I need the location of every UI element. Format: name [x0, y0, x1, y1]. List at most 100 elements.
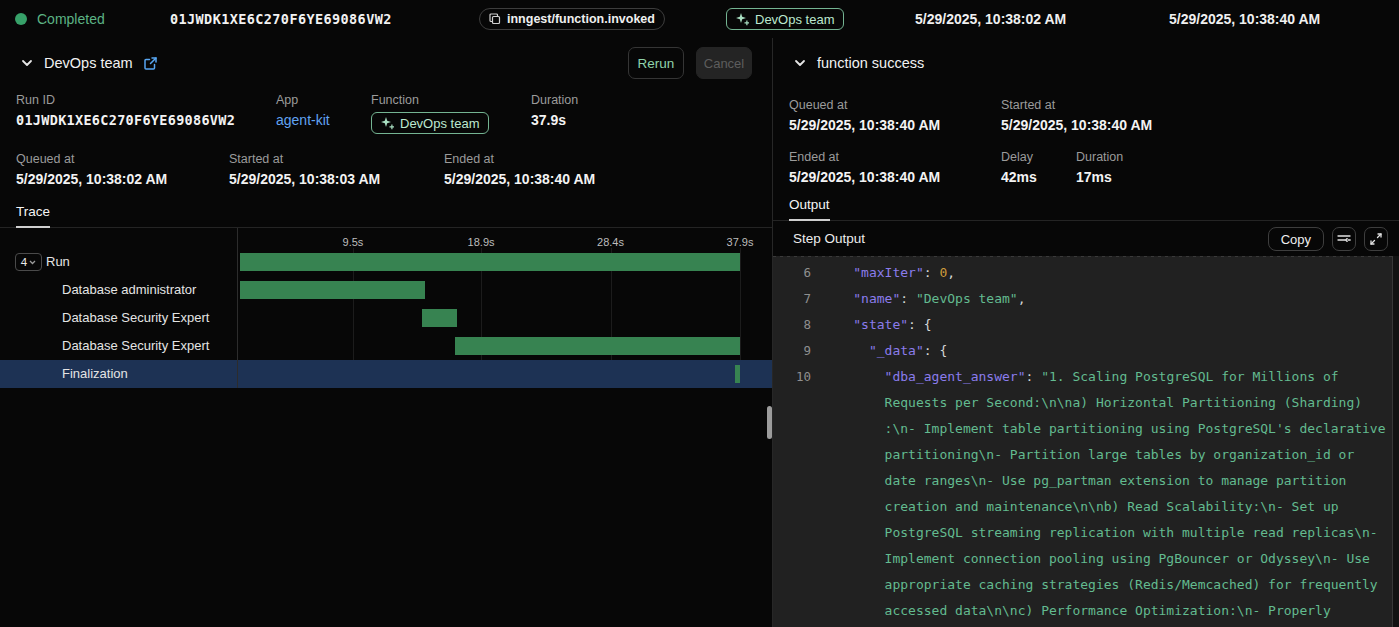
code-text: :\n- Implement table partitioning using … [822, 416, 1386, 442]
run-id-field: Run ID 01JWDK1XE6C270F6YE69086VW2 [16, 94, 276, 134]
step-started-field: Started at 5/29/2025, 10:38:40 AM [1001, 99, 1399, 134]
code-scrollbar-track[interactable] [1392, 256, 1399, 627]
cancel-button[interactable]: Cancel [696, 47, 752, 79]
step-queued-label: Queued at [789, 99, 1001, 112]
function-value-label: DevOps team [400, 116, 479, 131]
step-output-code[interactable]: 6 "maxIter": 0,7"name": "DevOps team",8"s… [773, 256, 1399, 627]
step-ended-field: Ended at 5/29/2025, 10:38:40 AM [789, 151, 1001, 186]
line-number: 7 [773, 286, 811, 312]
step-delay-field: Delay 42ms [1001, 151, 1076, 186]
step-duration-field: Duration 17ms [1076, 151, 1399, 186]
started-value: 5/29/2025, 10:38:03 AM [229, 171, 444, 188]
trace-row-database-security-expert[interactable]: Database Security Expert [0, 304, 772, 332]
duration-label: Duration [531, 94, 772, 107]
copy-button[interactable]: Copy [1268, 227, 1324, 251]
code-line: PostgreSQL streaming replication with mu… [773, 520, 1399, 546]
panel-scrollbar-thumb[interactable] [767, 406, 772, 439]
run-id-value: 01JWDK1XE6C270F6YE69086VW2 [16, 112, 276, 129]
topbar: Completed 01JWDK1XE6C270F6YE69086VW2 inn… [0, 0, 1399, 38]
trace-tabbar: Trace [0, 202, 772, 228]
chevron-down-icon [29, 260, 36, 265]
sparkle-icon [381, 117, 394, 130]
axis-tick-label: 9.5s [343, 236, 364, 248]
trace-bar[interactable] [240, 281, 425, 299]
trace-row-finalization[interactable]: Finalization [0, 360, 772, 388]
trace-row-label: Finalization [62, 360, 128, 388]
trace-bar[interactable] [735, 365, 740, 383]
line-number [773, 572, 811, 598]
trace-bar[interactable] [455, 337, 740, 355]
axis-tick-label: 18.9s [468, 236, 495, 248]
code-text: accessed data\n\nc) Performance Optimiza… [822, 598, 1331, 624]
copy-icon [489, 13, 501, 25]
app-label: App [276, 94, 371, 107]
code-text: Requests per Second:\n\na) Horizontal Pa… [822, 390, 1362, 416]
trace-bar[interactable] [240, 253, 740, 271]
step-ended-label: Ended at [789, 151, 1001, 164]
trace-chart: 9.5s18.9s28.4s37.9s4RunDatabase administ… [0, 228, 772, 388]
step-duration-label: Duration [1076, 151, 1399, 164]
run-id-label: Run ID [16, 94, 276, 107]
step-delay-value: 42ms [1001, 169, 1076, 186]
line-number [773, 494, 811, 520]
ended-value: 5/29/2025, 10:38:40 AM [444, 171, 772, 188]
function-value-badge[interactable]: DevOps team [371, 112, 489, 134]
word-wrap-icon [1337, 233, 1351, 245]
step-details-panel: function success Queued at 5/29/2025, 10… [772, 38, 1399, 627]
code-line: appropriate caching strategies (Redis/Me… [773, 572, 1399, 598]
trace-row-run[interactable]: 4 Run [0, 248, 772, 276]
step-started-value: 5/29/2025, 10:38:40 AM [1001, 117, 1399, 134]
code-line: date ranges\n- Use pg_partman extension … [773, 468, 1399, 494]
step-started-label: Started at [1001, 99, 1399, 112]
step-delay-label: Delay [1001, 151, 1076, 164]
trace-row-database-administrator[interactable]: Database administrator [0, 276, 772, 304]
chevron-down-icon[interactable] [20, 56, 34, 70]
function-badge[interactable]: DevOps team [726, 8, 844, 30]
tab-trace[interactable]: Trace [16, 204, 50, 228]
output-tabbar: Output [773, 195, 1399, 221]
queued-value: 5/29/2025, 10:38:02 AM [16, 171, 229, 188]
event-badge[interactable]: inngest/function.invoked [479, 8, 665, 30]
code-line: 6 "maxIter": 0, [773, 260, 1399, 286]
line-number: 9 [773, 338, 811, 364]
topbar-queued-timestamp: 5/29/2025, 10:38:02 AM [915, 0, 1066, 38]
duration-value: 37.9s [531, 112, 772, 129]
line-number: 6 [773, 260, 811, 286]
code-line: 8"state": { [773, 312, 1399, 338]
rerun-button[interactable]: Rerun [628, 47, 684, 79]
expand-button[interactable] [1364, 227, 1388, 251]
code-text: partitioning\n- Partition large tables b… [822, 442, 1354, 468]
line-number [773, 520, 811, 546]
code-line: accessed data\n\nc) Performance Optimiza… [773, 598, 1399, 624]
code-text: "maxIter": 0, [822, 260, 955, 286]
trace-row-label: Database administrator [62, 276, 196, 304]
app-link[interactable]: agent-kit [276, 112, 371, 129]
event-badge-label: inngest/function.invoked [507, 12, 655, 26]
code-line: 10"dba_agent_answer": "1. Scaling Postgr… [773, 364, 1399, 390]
topbar-ended-timestamp: 5/29/2025, 10:38:40 AM [1169, 0, 1320, 38]
code-text: appropriate caching strategies (Redis/Me… [822, 572, 1378, 598]
external-link-icon[interactable] [143, 56, 158, 71]
trace-row-label: Run [46, 248, 70, 276]
step-title: function success [817, 55, 924, 71]
status-label: Completed [37, 0, 105, 38]
line-number [773, 468, 811, 494]
span-count-expander[interactable]: 4 [15, 253, 42, 271]
word-wrap-button[interactable] [1332, 227, 1356, 251]
code-line: 7"name": "DevOps team", [773, 286, 1399, 312]
code-text: creation and maintenance\n\nb) Read Scal… [822, 494, 1339, 520]
sparkle-icon [736, 13, 749, 26]
chevron-down-icon[interactable] [793, 56, 807, 70]
function-field: Function DevOps team [371, 94, 531, 134]
trace-bar[interactable] [422, 309, 456, 327]
line-number: 10 [773, 364, 811, 390]
trace-row-database-security-expert[interactable]: Database Security Expert [0, 332, 772, 360]
line-number [773, 442, 811, 468]
code-line: 9"_data": { [773, 338, 1399, 364]
line-number: 8 [773, 312, 811, 338]
tab-output[interactable]: Output [789, 197, 830, 221]
function-label: Function [371, 94, 531, 107]
span-count: 4 [21, 256, 27, 268]
expand-icon [1370, 233, 1382, 245]
code-text: Implement connection pooling using PgBou… [822, 546, 1370, 572]
